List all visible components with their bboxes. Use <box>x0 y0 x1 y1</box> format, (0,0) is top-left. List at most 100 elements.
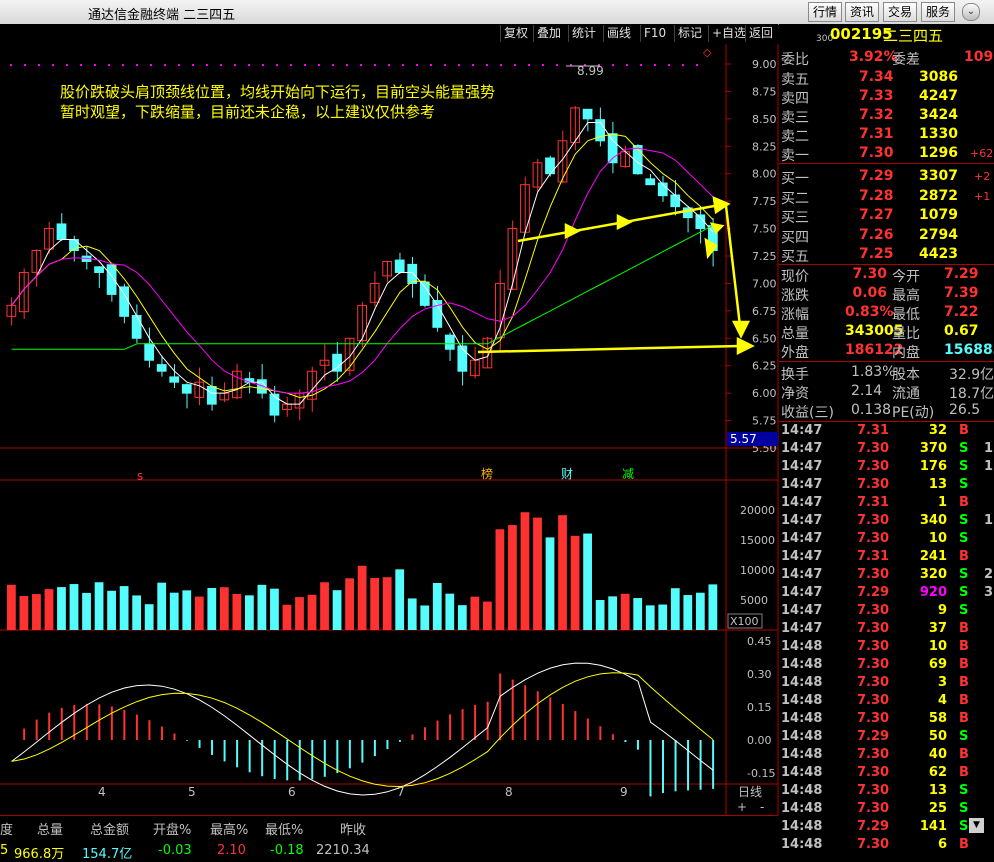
tick-price: 7.30 <box>857 513 890 528</box>
volume-bar <box>332 590 342 630</box>
volume-bar <box>608 596 618 630</box>
biaoji-button[interactable]: 标记 <box>674 25 705 42</box>
tick-direction: S <box>959 585 969 600</box>
volume-bar <box>169 592 179 630</box>
fin-value: 2.14 <box>851 383 883 399</box>
tick-price: 7.30 <box>857 765 890 780</box>
volume-bar <box>483 601 492 630</box>
zixun-button[interactable]: 资讯 <box>845 2 880 22</box>
tick-row: 14:48 7.30 3 B <box>779 675 994 693</box>
bid-label: 买二 <box>781 190 809 207</box>
weibi-row: 委比 3.92% 委差 109 <box>779 48 994 68</box>
tick-price: 7.30 <box>857 657 890 672</box>
zixuan-button[interactable]: +自选 <box>708 25 749 42</box>
ask-volume: 1296 <box>919 145 958 161</box>
f10-button[interactable]: F10 <box>640 25 669 42</box>
tick-time: 14:47 <box>781 423 823 438</box>
tick-row: 14:47 7.30 176 S 1 <box>779 459 994 477</box>
ask-row[interactable]: 卖二 7.31 1330 <box>779 125 994 145</box>
tick-price: 7.31 <box>857 495 890 510</box>
tick-price: 7.30 <box>857 801 890 816</box>
ask-row[interactable]: 卖一 7.30 1296 +62 <box>779 144 994 164</box>
stat-value: 7.22 <box>944 304 979 320</box>
tick-volume: 1 <box>937 495 947 510</box>
dea-line <box>11 672 714 788</box>
tick-volume: 176 <box>919 459 947 474</box>
volume-bar <box>407 598 417 630</box>
hangqing-button[interactable]: 行情 <box>808 2 843 22</box>
open-pct: -0.03 <box>158 843 192 858</box>
marker-cai[interactable]: 财 <box>561 467 573 481</box>
price-tick-label: 6.00 <box>752 387 777 400</box>
kline-chart[interactable]: 9.00 8.75 8.50 8.25 8.00 7.75 7.50 7.25 7.00 6.75… <box>0 44 779 815</box>
ask-price: 7.34 <box>859 69 894 85</box>
stat-value: 7.30 <box>852 266 887 282</box>
fin-label: 净资 <box>781 386 809 402</box>
zoom-in-button[interactable]: + <box>737 800 747 814</box>
fin-value: 1.83% <box>851 364 896 380</box>
ma5-line <box>11 122 714 405</box>
marker-bang[interactable]: 榜 <box>481 466 493 481</box>
tick-direction: S <box>959 441 969 456</box>
huaxian-button[interactable]: 画线 <box>603 25 634 42</box>
price-tick-label: 8.25 <box>752 140 777 153</box>
volume-bar <box>132 595 142 630</box>
date-label: 7 <box>397 785 405 799</box>
tick-row: 14:48 7.30 40 B <box>779 747 994 765</box>
tick-price: 7.30 <box>857 621 890 636</box>
tick-price: 7.31 <box>857 549 890 564</box>
scroll-down-icon[interactable]: ▼ <box>969 818 984 833</box>
bid-label: 买一 <box>781 171 809 187</box>
tick-row: 14:48 7.29 50 S <box>779 729 994 747</box>
volume-bar <box>207 587 217 630</box>
quote-header: 300 002195 二三四五 <box>779 24 994 46</box>
annotation-arrows <box>477 195 755 356</box>
fuwu-button[interactable]: 服务 <box>921 2 956 22</box>
volume-bar <box>94 582 104 630</box>
menu-icon[interactable]: ⌄ <box>962 3 980 21</box>
candle-body <box>394 259 405 273</box>
ask-row[interactable]: 卖五 7.34 3086 <box>779 68 994 88</box>
tick-volume: 50 <box>928 729 947 744</box>
back-button[interactable]: 返回 <box>745 25 776 42</box>
tick-time: 14:47 <box>781 531 823 546</box>
bid-row[interactable]: 买三 7.27 1079 <box>779 206 994 226</box>
period-label[interactable]: 日线 <box>738 785 762 799</box>
bid-row[interactable]: 买五 7.25 4423 <box>779 245 994 265</box>
tick-price: 7.30 <box>857 675 890 690</box>
fuquan-button[interactable]: 复权 <box>500 25 531 42</box>
fin-value: 0.138 <box>851 402 892 418</box>
col-header: 最低% <box>265 823 304 838</box>
dif-line <box>11 662 714 796</box>
marker-s: s <box>137 469 143 483</box>
tick-time: 14:48 <box>781 693 823 708</box>
tick-price: 7.30 <box>857 639 890 654</box>
tick-direction: B <box>959 837 969 852</box>
ask-row[interactable]: 卖三 7.32 3424 <box>779 106 994 126</box>
tick-direction: B <box>959 495 969 510</box>
tick-direction: B <box>959 423 969 438</box>
tick-direction: S <box>959 459 969 474</box>
ask-price: 7.33 <box>859 88 894 104</box>
bid-row[interactable]: 买一 7.29 3307 +2 <box>779 167 994 187</box>
diejia-button[interactable]: 叠加 <box>533 25 564 42</box>
tongji-button[interactable]: 统计 <box>568 25 599 42</box>
tick-time: 14:48 <box>781 801 823 816</box>
volume-bar <box>44 589 54 630</box>
tick-time: 14:48 <box>781 675 823 690</box>
ask-label: 卖三 <box>781 110 809 126</box>
zoom-out-button[interactable]: - <box>760 800 764 814</box>
bid-row[interactable]: 买二 7.28 2872 +1 <box>779 187 994 207</box>
ask-row[interactable]: 卖四 7.33 4247 <box>779 87 994 107</box>
marker-jian[interactable]: 减 <box>622 467 634 481</box>
tick-direction: B <box>959 765 969 780</box>
tick-price: 7.29 <box>857 729 890 744</box>
bid-row[interactable]: 买四 7.26 2794 <box>779 226 994 246</box>
ask-price: 7.31 <box>859 126 894 142</box>
jiaoyi-button[interactable]: 交易 <box>883 2 918 22</box>
price-tick-label: 9.00 <box>752 58 777 71</box>
tick-price: 7.30 <box>857 531 890 546</box>
stat-row: 涨跌 0.06 最高 7.39 <box>779 284 994 304</box>
price-tick-label: 8.50 <box>752 113 777 126</box>
tick-row: 14:48 7.30 13 S <box>779 783 994 801</box>
